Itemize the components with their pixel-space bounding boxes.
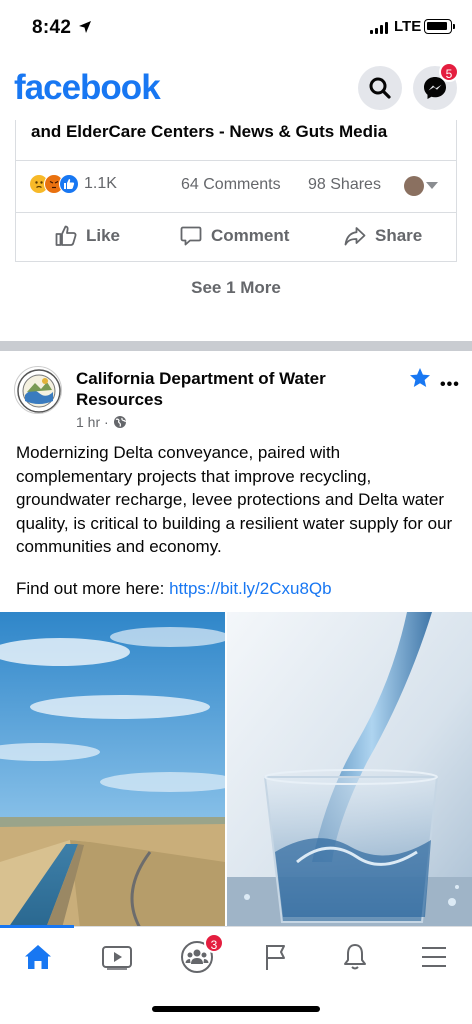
search-icon [369, 77, 391, 99]
tab-home[interactable] [18, 937, 58, 977]
bell-icon [344, 944, 366, 970]
signal-bars-icon [370, 22, 388, 34]
tab-pages[interactable] [256, 937, 296, 977]
hamburger-menu-icon [422, 947, 446, 967]
star-icon[interactable] [408, 366, 432, 390]
tab-watch[interactable] [97, 937, 137, 977]
feed-separator [0, 341, 472, 351]
status-time: 8:42 [32, 17, 72, 38]
flag-icon [266, 945, 285, 970]
network-type: LTE [394, 18, 422, 35]
more-options-icon[interactable]: ••• [440, 376, 460, 394]
home-icon [25, 945, 51, 969]
post-link[interactable]: https://bit.ly/2Cxu8Qb [169, 579, 332, 598]
globe-icon [113, 416, 126, 428]
divider [16, 160, 456, 161]
comments-count[interactable]: 64 Comments [181, 176, 281, 194]
post-link-line: Find out more here: https://bit.ly/2Cxu8… [16, 579, 332, 599]
post-photo-water-glass[interactable] [227, 612, 472, 928]
like-label: Like [86, 226, 121, 245]
facebook-logo[interactable]: facebook [14, 68, 161, 108]
groups-badge: 3 [204, 933, 224, 953]
messenger-badge: 5 [439, 62, 459, 82]
see-more-link[interactable]: See 1 More [0, 278, 472, 298]
location-arrow-icon [79, 21, 91, 33]
reactions-summary[interactable]: 1.1K [29, 174, 117, 194]
page-avatar[interactable] [14, 366, 62, 414]
post-link-prefix: Find out more here: [16, 579, 170, 598]
seal-logo-icon [17, 369, 61, 413]
status-bar: 8:42 LTE [0, 0, 472, 58]
tab-menu[interactable] [414, 937, 454, 977]
post-photo-aqueduct[interactable] [0, 612, 225, 928]
post-time-text: 1 hr · [76, 414, 109, 430]
comment-icon [180, 226, 202, 246]
avatar[interactable] [404, 176, 424, 196]
post-timestamp[interactable]: 1 hr · [76, 414, 127, 430]
previous-post-title[interactable]: and ElderCare Centers - News & Guts Medi… [31, 122, 387, 142]
post-text: Modernizing Delta conveyance, paired wit… [16, 443, 453, 556]
active-tab-indicator [0, 925, 74, 928]
share-label: Share [375, 226, 423, 245]
reactions-count: 1.1K [84, 175, 117, 192]
comment-button[interactable]: Comment [179, 224, 289, 248]
share-button[interactable]: Share [343, 224, 422, 248]
previous-post: and ElderCare Centers - News & Guts Medi… [15, 112, 457, 262]
video-icon [102, 946, 132, 970]
thumbs-up-icon [55, 225, 77, 246]
search-button[interactable] [358, 66, 402, 110]
home-indicator[interactable] [152, 1006, 320, 1012]
like-reaction-icon [59, 174, 79, 194]
comment-label: Comment [211, 226, 290, 245]
share-arrow-icon [344, 227, 366, 246]
like-button[interactable]: Like [54, 224, 120, 248]
battery-icon [424, 19, 455, 34]
top-nav: facebook [0, 58, 472, 120]
shares-count[interactable]: 98 Shares [308, 176, 381, 194]
chevron-down-icon[interactable] [426, 182, 438, 189]
divider [16, 212, 456, 213]
page-name[interactable]: California Department of Water Resources [76, 368, 376, 410]
tab-notifications[interactable] [335, 937, 375, 977]
